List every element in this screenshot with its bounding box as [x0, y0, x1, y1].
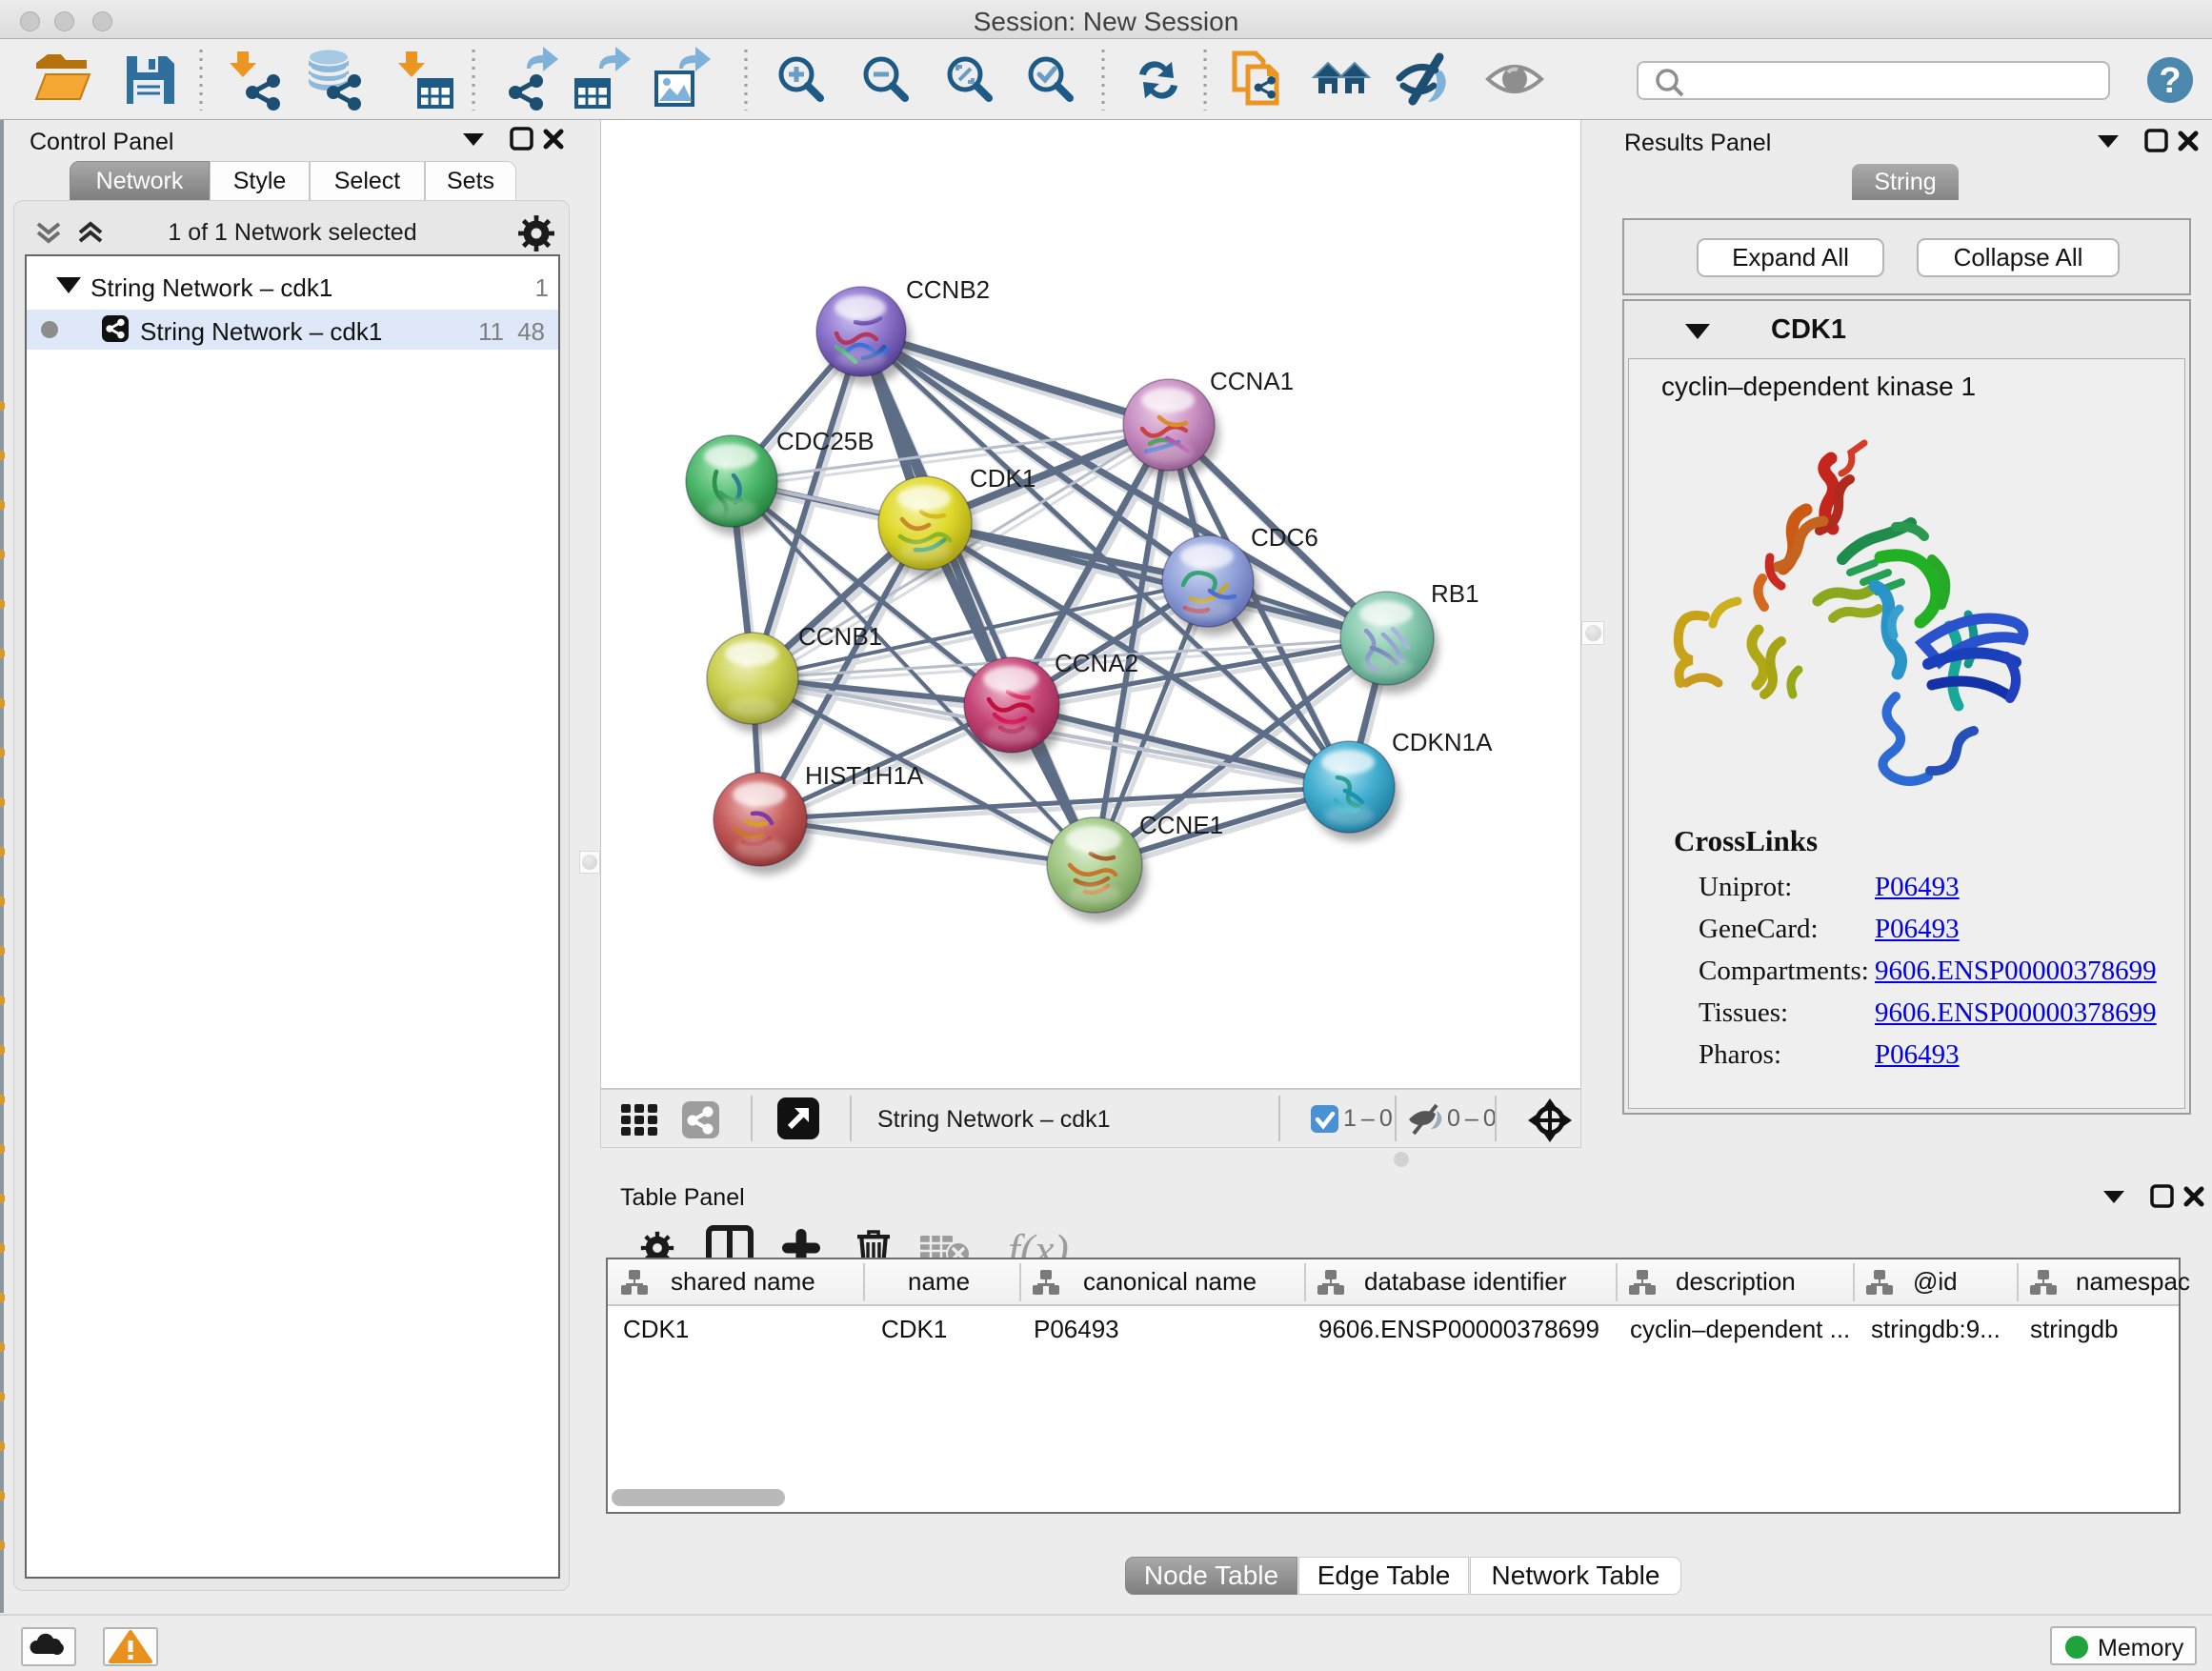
svg-text:1 – 0: 1 – 0 — [1343, 1105, 1393, 1132]
svg-text:0 – 0: 0 – 0 — [1447, 1105, 1497, 1132]
svg-text:CDC25B: CDC25B — [776, 427, 875, 455]
svg-text:CCNE1: CCNE1 — [1139, 811, 1223, 839]
svg-text:CCNA2: CCNA2 — [1055, 649, 1138, 677]
svg-text:CCNB1: CCNB1 — [798, 622, 882, 651]
svg-text:CCNA1: CCNA1 — [1210, 367, 1294, 395]
svg-text:?: ? — [2159, 61, 2181, 101]
svg-text:RB1: RB1 — [1431, 579, 1479, 608]
svg-text:CCNB2: CCNB2 — [906, 275, 990, 304]
svg-text:HIST1H1A: HIST1H1A — [805, 761, 924, 790]
svg-text:CDKN1A: CDKN1A — [1392, 728, 1493, 756]
svg-text:CDC6: CDC6 — [1251, 523, 1318, 552]
svg-text:String Network – cdk1: String Network – cdk1 — [877, 1106, 1111, 1133]
svg-text:CDK1: CDK1 — [970, 464, 1036, 493]
